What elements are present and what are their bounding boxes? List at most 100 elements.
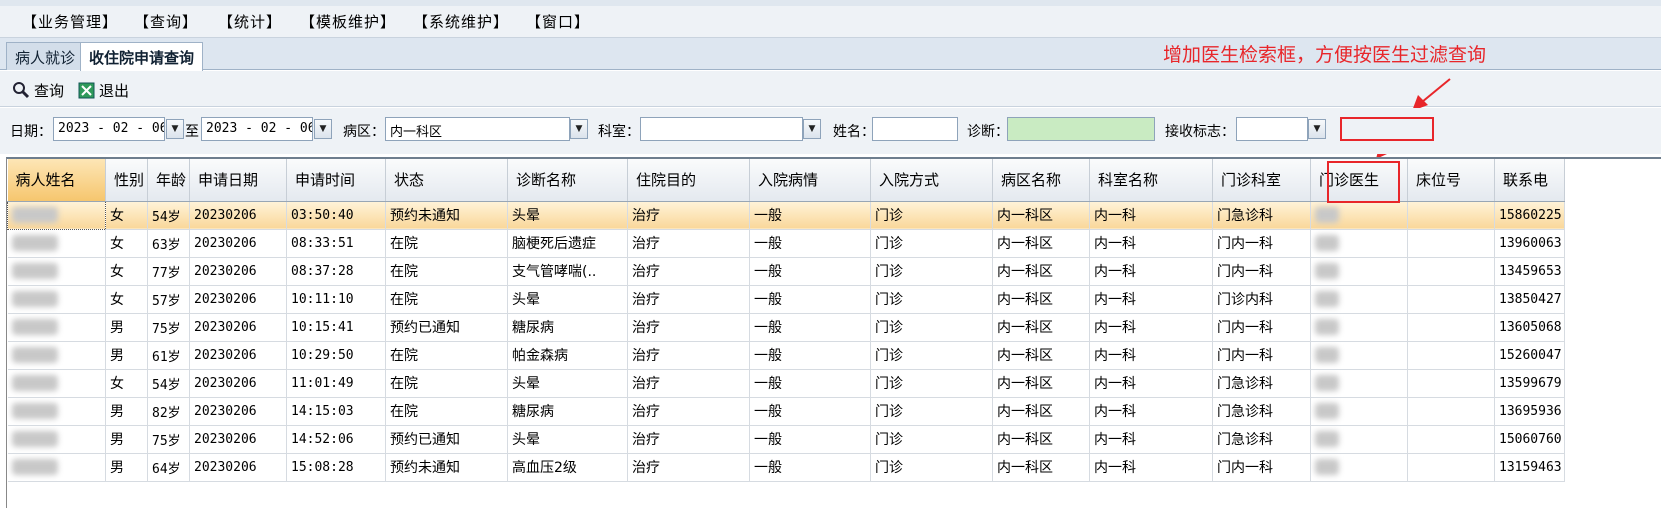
cell-time: 10:15:41 bbox=[286, 313, 386, 342]
receive-flag-select[interactable] bbox=[1236, 117, 1308, 141]
cell-phone: 13459653 bbox=[1494, 257, 1565, 286]
cell-phone: 13960063 bbox=[1494, 229, 1565, 258]
dept-select[interactable] bbox=[640, 117, 803, 141]
name-input[interactable] bbox=[872, 117, 958, 141]
cell-dept: 内一科 bbox=[1089, 453, 1213, 482]
date-to-input[interactable]: 2023 - 02 - 06 bbox=[201, 117, 313, 141]
cell-sex: 女 bbox=[105, 229, 148, 258]
col-dept[interactable]: 科室名称 bbox=[1089, 159, 1213, 202]
cell-bed bbox=[1407, 453, 1495, 482]
cell-purpose: 治疗 bbox=[627, 369, 750, 398]
col-apply-date[interactable]: 申请日期 bbox=[189, 159, 287, 202]
table-row[interactable]: 男 75岁 20230206 14:52:06 预约已通知 头晕 治疗 一般 门诊 内一科区 内一科… bbox=[7, 425, 1565, 454]
table-row[interactable]: 男 82岁 20230206 14:15:03 在院 糖尿病 治疗 一般 门诊 内一科区 内一科 门急… bbox=[7, 397, 1565, 426]
cell-ward: 内一科区 bbox=[992, 397, 1090, 426]
cell-ward: 内一科区 bbox=[992, 425, 1090, 454]
annotation-text: 增加医生检索框，方便按医生过滤查询 bbox=[1163, 44, 1487, 66]
cell-phone: 13599679 bbox=[1494, 369, 1565, 398]
cell-status: 在院 bbox=[385, 397, 508, 426]
ward-select[interactable]: 内一科区 bbox=[385, 117, 570, 141]
patient-name-redacted bbox=[7, 200, 106, 230]
cell-ward: 内一科区 bbox=[992, 285, 1090, 314]
cell-phone: 15860225 bbox=[1494, 201, 1565, 230]
diagnosis-label: 诊断： bbox=[967, 124, 1009, 140]
cell-sex: 女 bbox=[105, 369, 148, 398]
col-ward[interactable]: 病区名称 bbox=[992, 159, 1090, 202]
col-sex[interactable]: 性别 bbox=[105, 159, 148, 202]
tab-patient-visit[interactable]: 病人就诊 bbox=[6, 42, 85, 70]
date-to-dropdown-icon[interactable]: ▼ bbox=[314, 119, 332, 139]
cell-time: 03:50:40 bbox=[286, 201, 386, 230]
cell-date: 20230206 bbox=[189, 341, 287, 370]
cell-age: 75岁 bbox=[147, 425, 190, 454]
cell-opdept: 门内一科 bbox=[1212, 313, 1311, 342]
menu-system[interactable]: 【系统维护】 bbox=[413, 11, 509, 32]
col-purpose[interactable]: 住院目的 bbox=[627, 159, 750, 202]
cell-time: 08:33:51 bbox=[286, 229, 386, 258]
cell-ward: 内一科区 bbox=[992, 229, 1090, 258]
patient-name-redacted bbox=[7, 341, 106, 370]
table-row[interactable]: 男 61岁 20230206 10:29:50 在院 帕金森病 治疗 一般 门诊 内一科区 内一科门… bbox=[7, 341, 1565, 370]
query-button[interactable]: 查询 bbox=[12, 79, 64, 101]
cell-ward: 内一科区 bbox=[992, 313, 1090, 342]
cell-mode: 门诊 bbox=[870, 425, 993, 454]
col-admission-mode[interactable]: 入院方式 bbox=[870, 159, 993, 202]
col-patient-name[interactable]: 病人姓名 bbox=[7, 159, 106, 202]
date-from-input[interactable]: 2023 - 02 - 06 bbox=[53, 117, 165, 141]
doctor-name-redacted bbox=[1310, 313, 1408, 342]
receive-flag-dropdown-icon[interactable]: ▼ bbox=[1308, 119, 1326, 139]
cell-age: 57岁 bbox=[147, 285, 190, 314]
table-row[interactable]: 女 77岁 20230206 08:37:28 在院 支气管哮喘(.. 治疗 一般 门诊 内一科区… bbox=[7, 257, 1565, 286]
cell-bed bbox=[1407, 341, 1495, 370]
cell-diag: 脑梗死后遗症 bbox=[507, 229, 628, 258]
col-phone[interactable]: 联系电 bbox=[1494, 159, 1565, 202]
cell-dept: 内一科 bbox=[1089, 369, 1213, 398]
cell-status: 在院 bbox=[385, 229, 508, 258]
cell-diag: 高血压2级 bbox=[507, 453, 628, 482]
diagnosis-input[interactable] bbox=[1007, 117, 1155, 141]
col-apply-time[interactable]: 申请时间 bbox=[286, 159, 386, 202]
table-row[interactable]: 男 75岁 20230206 10:15:41 预约已通知 糖尿病 治疗 一般 门诊 内一科区 内一… bbox=[7, 313, 1565, 342]
table-row[interactable]: 女 63岁 20230206 08:33:51 在院 脑梗死后遗症 治疗 一般 门诊 内一科区 内一… bbox=[7, 229, 1565, 258]
col-condition[interactable]: 入院病情 bbox=[749, 159, 871, 202]
dept-dropdown-icon[interactable]: ▼ bbox=[803, 119, 821, 139]
cell-sex: 女 bbox=[105, 257, 148, 286]
table-row[interactable]: 女 54岁 20230206 11:01:49 在院 头晕 治疗 一般 门诊 内一科区 内一科 门急诊… bbox=[7, 369, 1565, 398]
col-diagnosis[interactable]: 诊断名称 bbox=[507, 159, 628, 202]
tab-admission-query[interactable]: 收住院申请查询 bbox=[80, 42, 204, 71]
cell-phone: 15260047 bbox=[1494, 341, 1565, 370]
doctor-name-redacted bbox=[1310, 201, 1408, 230]
menu-statistics[interactable]: 【统计】 bbox=[218, 11, 282, 32]
cell-phone: 13605068 bbox=[1494, 313, 1565, 342]
table-row[interactable]: 女 57岁 20230206 10:11:10 在院 头晕 治疗 一般 门诊 内一科区 内一科 门诊内… bbox=[7, 285, 1565, 314]
exit-button[interactable]: 退出 bbox=[78, 79, 129, 101]
doctor-name-redacted bbox=[1310, 369, 1408, 398]
col-age[interactable]: 年龄 bbox=[147, 159, 190, 202]
query-label: 查询 bbox=[34, 81, 65, 100]
menu-window[interactable]: 【窗口】 bbox=[526, 11, 590, 32]
table-row[interactable]: 男 64岁 20230206 15:08:28 预约未通知 高血压2级 治疗 一般 门诊 内一科区… bbox=[7, 453, 1565, 482]
menu-template[interactable]: 【模板维护】 bbox=[300, 11, 396, 32]
cell-phone: 13850427 bbox=[1494, 285, 1565, 314]
menu-business[interactable]: 【业务管理】 bbox=[22, 11, 118, 32]
patient-name-redacted bbox=[7, 369, 106, 398]
ward-dropdown-icon[interactable]: ▼ bbox=[570, 119, 588, 139]
cell-date: 20230206 bbox=[189, 397, 287, 426]
col-status[interactable]: 状态 bbox=[385, 159, 508, 202]
cell-date: 20230206 bbox=[189, 257, 287, 286]
col-op-dept[interactable]: 门诊科室 bbox=[1212, 159, 1311, 202]
receive-flag-label: 接收标志： bbox=[1165, 124, 1235, 140]
date-from-dropdown-icon[interactable]: ▼ bbox=[166, 119, 184, 139]
col-bed[interactable]: 床位号 bbox=[1407, 159, 1495, 202]
exit-icon bbox=[78, 82, 95, 98]
cell-diag: 头晕 bbox=[507, 425, 628, 454]
menu-query[interactable]: 【查询】 bbox=[134, 11, 198, 32]
cell-time: 08:37:28 bbox=[286, 257, 386, 286]
cell-sex: 男 bbox=[105, 453, 148, 482]
dept-label: 科室： bbox=[598, 124, 640, 140]
cell-mode: 门诊 bbox=[870, 257, 993, 286]
table-row[interactable]: 女 54岁 20230206 03:50:40 预约未通知 头晕 治疗 一般 门诊 内一科区 内一科… bbox=[7, 200, 1565, 230]
cell-diag: 头晕 bbox=[507, 285, 628, 314]
cell-bed bbox=[1407, 425, 1495, 454]
cell-time: 14:15:03 bbox=[286, 397, 386, 426]
